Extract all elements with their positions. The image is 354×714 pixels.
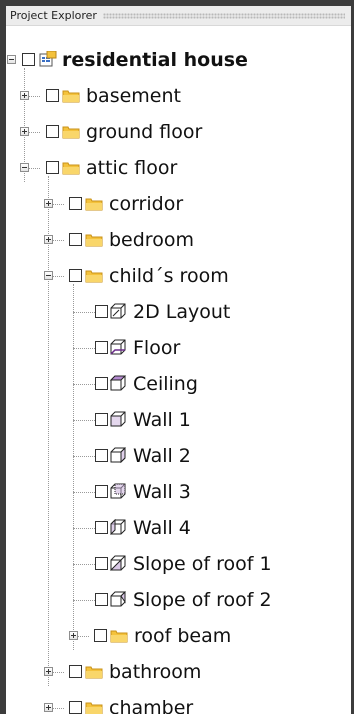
tree-node-corridor[interactable]: corridor	[6, 186, 351, 222]
cube-icon	[110, 447, 126, 463]
folder-icon	[85, 198, 103, 211]
tree-connector	[73, 456, 95, 457]
folder-icon	[85, 234, 103, 247]
tree-node-wall-3[interactable]: Wall 3	[6, 474, 351, 510]
expand-icon[interactable]	[44, 199, 53, 208]
node-label: child´s room	[109, 265, 229, 287]
node-checkbox[interactable]	[95, 485, 108, 498]
expand-icon[interactable]	[44, 235, 53, 244]
tree-connector	[73, 600, 95, 601]
folder-icon	[62, 162, 80, 175]
node-label: residential house	[62, 49, 248, 71]
collapse-icon[interactable]	[7, 55, 16, 64]
node-label: ground floor	[86, 121, 203, 143]
tree-node-residential-house[interactable]: residential house	[6, 42, 351, 78]
cube-icon	[109, 375, 127, 391]
tree-node-wall-2[interactable]: Wall 2	[6, 438, 351, 474]
tree-node-wall-1[interactable]: Wall 1	[6, 402, 351, 438]
expand-icon[interactable]	[20, 91, 29, 100]
node-label: bedroom	[109, 229, 194, 251]
tree-node-bathroom[interactable]: bathroom	[6, 654, 351, 690]
node-label: bathroom	[109, 661, 202, 683]
cube-icon	[110, 591, 126, 607]
collapse-icon[interactable]	[20, 163, 29, 172]
cube-icon	[110, 303, 126, 319]
node-checkbox[interactable]	[95, 305, 108, 318]
node-label: Ceiling	[133, 373, 198, 395]
folder-icon	[85, 702, 103, 714]
node-checkbox[interactable]	[69, 665, 82, 678]
tree-node-roof-beam[interactable]: roof beam	[6, 618, 351, 654]
tree-connector	[73, 528, 95, 529]
tree-connector	[73, 312, 95, 313]
node-checkbox[interactable]	[95, 557, 108, 570]
node-label: Slope of roof 2	[133, 589, 272, 611]
tree-node-floor[interactable]: Floor	[6, 330, 351, 366]
node-checkbox[interactable]	[94, 629, 107, 642]
node-label: 2D Layout	[133, 301, 231, 323]
collapse-icon[interactable]	[44, 271, 53, 280]
tree-connector	[73, 384, 95, 385]
node-label: Wall 1	[133, 409, 191, 431]
tree-node-basement[interactable]: basement	[6, 78, 351, 114]
folder-icon	[62, 90, 80, 103]
node-checkbox[interactable]	[95, 593, 108, 606]
node-checkbox[interactable]	[69, 233, 82, 246]
tree-node-childs-room[interactable]: child´s room	[6, 258, 351, 294]
expand-icon[interactable]	[44, 667, 53, 676]
node-label: corridor	[109, 193, 184, 215]
cube-icon	[109, 555, 126, 571]
folder-icon	[110, 630, 128, 643]
node-checkbox[interactable]	[69, 701, 82, 714]
node-checkbox[interactable]	[95, 521, 108, 534]
node-label: chamber	[109, 697, 194, 714]
cube-icon	[110, 339, 126, 355]
node-checkbox[interactable]	[46, 89, 59, 102]
node-checkbox[interactable]	[95, 413, 108, 426]
tree-node-chamber[interactable]: chamber	[6, 690, 351, 714]
tree-node-slope-of-roof-1[interactable]: Slope of roof 1	[6, 546, 351, 582]
tree-connector	[73, 492, 95, 493]
node-label: Slope of roof 1	[133, 553, 272, 575]
node-label: attic floor	[86, 157, 178, 179]
tree-connector	[73, 564, 95, 565]
node-label: Wall 3	[133, 481, 191, 503]
cube-icon	[110, 411, 126, 427]
node-checkbox[interactable]	[69, 197, 82, 210]
expand-icon[interactable]	[44, 703, 53, 712]
project-icon	[39, 51, 57, 67]
panel-titlebar[interactable]: Project Explorer	[6, 6, 351, 26]
node-label: Floor	[133, 337, 181, 359]
node-label: Wall 4	[133, 517, 191, 539]
node-checkbox[interactable]	[95, 377, 108, 390]
tree-node-2d-layout[interactable]: 2D Layout	[6, 294, 351, 330]
panel-title: Project Explorer	[10, 9, 97, 22]
folder-icon	[62, 126, 80, 139]
node-checkbox[interactable]	[95, 341, 108, 354]
cube-icon	[110, 519, 126, 535]
node-checkbox[interactable]	[69, 269, 82, 282]
node-checkbox[interactable]	[95, 449, 108, 462]
tree-node-wall-4[interactable]: Wall 4	[6, 510, 351, 546]
node-checkbox[interactable]	[46, 125, 59, 138]
tree-connector	[73, 348, 95, 349]
project-explorer-panel: Project Explorer residential house basem…	[6, 6, 351, 714]
cube-icon	[110, 483, 126, 499]
tree-node-attic-floor[interactable]: attic floor	[6, 150, 351, 186]
tree-node-slope-of-roof-2[interactable]: Slope of roof 2	[6, 582, 351, 618]
node-checkbox[interactable]	[22, 53, 35, 66]
node-label: Wall 2	[133, 445, 191, 467]
expand-icon[interactable]	[20, 127, 29, 136]
folder-icon	[85, 270, 103, 283]
tree-connector	[73, 420, 95, 421]
folder-icon	[85, 666, 103, 679]
node-checkbox[interactable]	[46, 161, 59, 174]
titlebar-grip	[102, 12, 345, 19]
tree-node-bedroom[interactable]: bedroom	[6, 222, 351, 258]
tree-node-ceiling[interactable]: Ceiling	[6, 366, 351, 402]
tree-node-ground-floor[interactable]: ground floor	[6, 114, 351, 150]
node-label: roof beam	[134, 625, 232, 647]
expand-icon[interactable]	[69, 631, 78, 640]
node-label: basement	[86, 85, 181, 107]
